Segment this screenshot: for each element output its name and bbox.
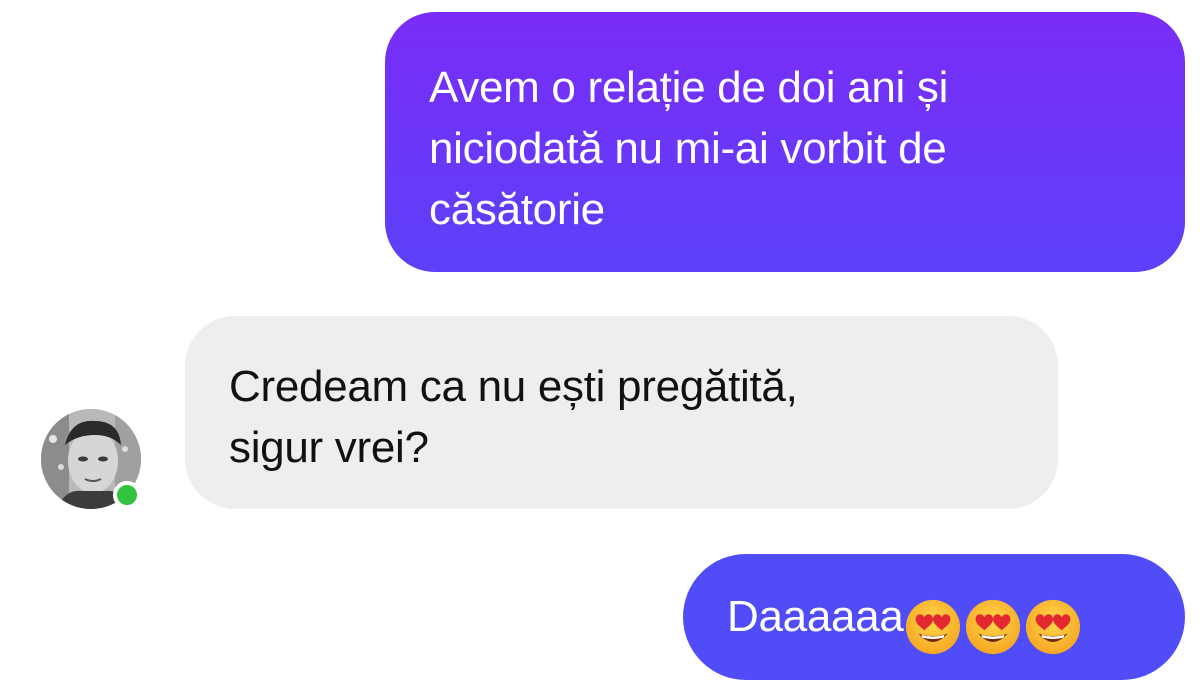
message-text-line: Avem o relație de doi ani și [429, 63, 949, 112]
heart-eyes-emoji-icon [1025, 600, 1080, 655]
sent-message-bubble[interactable]: Daaaaaa [683, 554, 1185, 680]
heart-eyes-emoji-icon [965, 600, 1020, 655]
message-text: Daaaaaa [727, 592, 904, 641]
received-message-bubble[interactable]: Credeam ca nu ești pregătită, sigur vrei… [185, 316, 1058, 509]
message-text-line: sigur vrei? [229, 423, 429, 472]
online-status-indicator [113, 481, 141, 509]
heart-eyes-emoji-icon [905, 600, 960, 655]
message-text-line: niciodată nu mi-ai vorbit de [429, 124, 947, 173]
chat-thread: Avem o relație de doi ani și niciodată n… [0, 0, 1200, 686]
message-text-line: Credeam ca nu ești pregătită, [229, 362, 798, 411]
emoji-group [904, 594, 1084, 656]
sent-message-bubble[interactable]: Avem o relație de doi ani și niciodată n… [385, 12, 1185, 272]
message-text-line: căsătorie [429, 185, 605, 234]
